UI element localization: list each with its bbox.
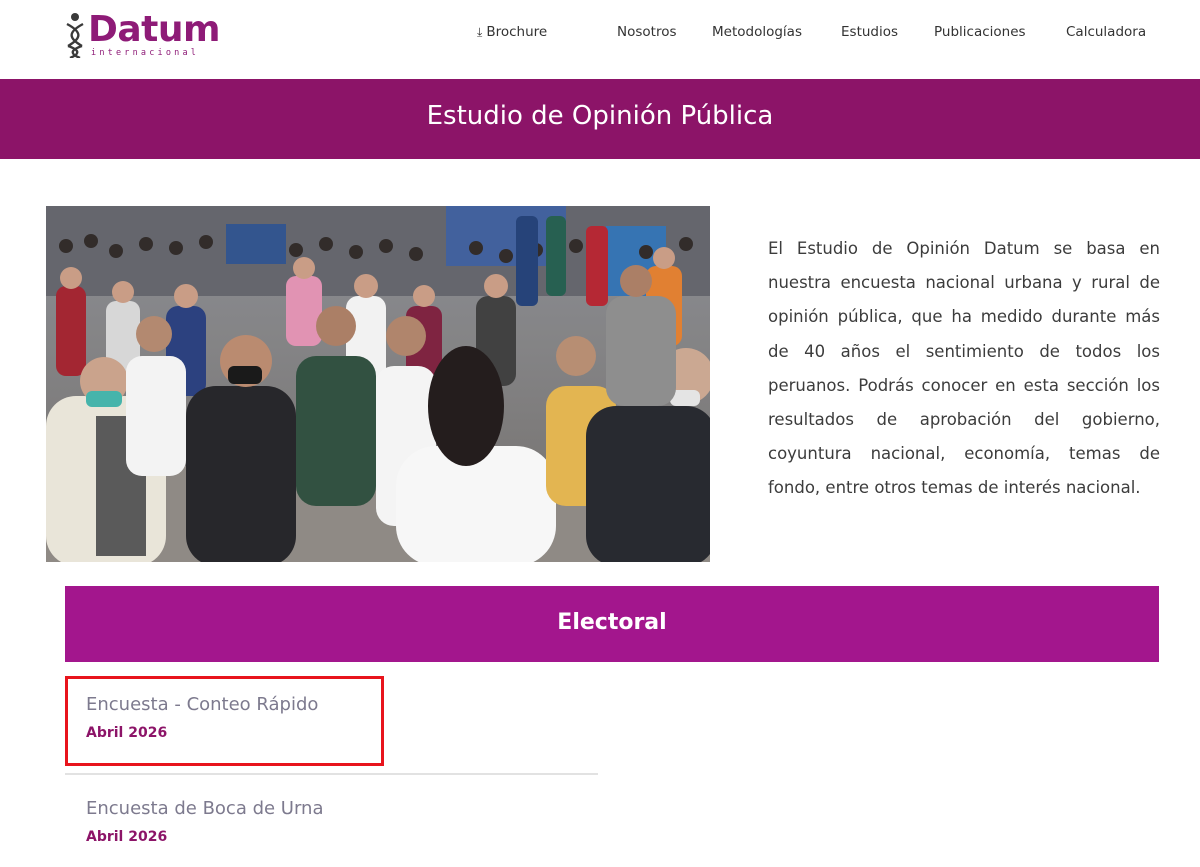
nav-nosotros[interactable]: Nosotros bbox=[617, 24, 677, 40]
study-date: Abril 2026 bbox=[86, 829, 168, 845]
nav-metodologias[interactable]: Metodologías bbox=[712, 24, 802, 40]
crowd-street-photo bbox=[46, 206, 710, 562]
nav-brochure[interactable]: ⤓ Brochure bbox=[477, 24, 547, 40]
download-icon: ⤓ bbox=[477, 25, 483, 39]
intro-description: El Estudio de Opinión Datum se basa en n… bbox=[768, 239, 1160, 498]
site-header: Datum internacional ⤓ Brochure Nosotros M… bbox=[0, 0, 1200, 78]
crowd-photo-illustration bbox=[46, 206, 710, 562]
nav-brochure-label: Brochure bbox=[486, 24, 548, 40]
section-electoral-header: Electoral bbox=[65, 586, 1159, 662]
study-date: Abril 2026 bbox=[86, 725, 168, 741]
list-item[interactable]: Encuesta de Boca de Urna Abril 2026 bbox=[86, 798, 566, 845]
page-banner: Estudio de Opinión Pública bbox=[0, 79, 1200, 159]
study-title-link[interactable]: Encuesta - Conteo Rápido bbox=[86, 694, 566, 715]
page-title: Estudio de Opinión Pública bbox=[426, 101, 774, 131]
main-nav: ⤓ Brochure Nosotros Metodologías Estudios… bbox=[0, 24, 1200, 44]
nav-publicaciones[interactable]: Publicaciones bbox=[934, 24, 1026, 40]
section-title: Electoral bbox=[557, 610, 667, 635]
study-title-link[interactable]: Encuesta de Boca de Urna bbox=[86, 798, 566, 819]
nav-estudios[interactable]: Estudios bbox=[841, 24, 898, 40]
nav-calculadora[interactable]: Calculadora bbox=[1066, 24, 1146, 40]
logo-tagline: internacional bbox=[91, 48, 200, 58]
list-divider bbox=[65, 773, 598, 775]
list-item[interactable]: Encuesta - Conteo Rápido Abril 2026 bbox=[86, 694, 566, 741]
